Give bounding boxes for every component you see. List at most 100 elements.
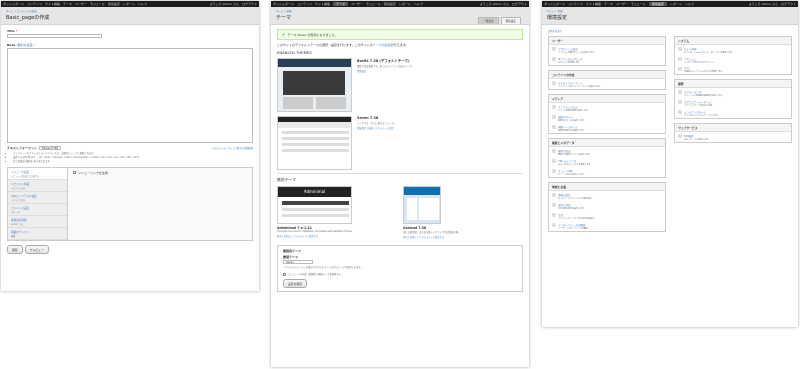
config-item[interactable]: ファイルシステム ファイルの保存場所を設定します。	[549, 103, 665, 113]
toolbar-item[interactable]: ダッシュボード	[544, 2, 565, 6]
tab-list[interactable]: 一覧表示	[478, 17, 499, 24]
theme-enable-default-link[interactable]: 有効にしてデフォルトに設定する	[410, 236, 444, 239]
config-item[interactable]: 地域の設定 タイムゾーンとデフォルトの国を設定。	[549, 191, 665, 201]
breadcrumb[interactable]: ホーム » 管理	[547, 9, 793, 13]
config-item[interactable]: cron 定期的なメンテナンスタスクを管理します。	[675, 65, 791, 74]
theme-set-default-link[interactable]: デフォルトに設定	[375, 127, 393, 130]
toolbar-item[interactable]: ユーザー	[616, 2, 628, 6]
config-item[interactable]: 画像ツールキット 画像の処理方法を選択します。	[549, 123, 665, 133]
toolbar-greeting[interactable]: ようこそ admin さん	[480, 2, 509, 6]
theme-settings-link[interactable]: 環境設定	[357, 69, 414, 73]
toolbar-item[interactable]: ダッシュボード	[273, 2, 294, 6]
toolbar-item[interactable]: 環境設定	[384, 2, 396, 6]
seven-screenshot	[277, 116, 352, 170]
admin-theme-checkbox[interactable]	[283, 272, 286, 276]
theme-enable-link[interactable]: 有効	[403, 236, 408, 239]
tab-settings[interactable]: 環境設定	[500, 17, 521, 24]
config-block-heading: ウェブサービス	[675, 124, 791, 132]
adminimal-screenshot: Adminimal	[277, 186, 352, 224]
item-icon	[678, 67, 682, 71]
vtab-pane: メニューリンクを生成	[68, 168, 113, 240]
toolbar-item[interactable]: ダッシュボード	[3, 2, 24, 6]
add-theme-link[interactable]: テーマの追加	[373, 43, 391, 47]
config-item[interactable]: 検索の設定 関連する検索エンジンを設定します。	[549, 147, 665, 157]
toolbar-item[interactable]: 環境設定	[108, 2, 120, 6]
toolbar-item[interactable]: ヘルプ	[685, 2, 694, 6]
format-help-link[interactable]: テキストフォーマットに関する詳細情報	[212, 146, 253, 150]
toolbar-item[interactable]: ヘルプ	[414, 2, 423, 6]
toolbar-item[interactable]: テーマ	[63, 2, 72, 6]
item-icon	[552, 203, 556, 207]
theme-enable-default-link[interactable]: 有効にしてデフォルトに設定する	[284, 235, 318, 238]
garland-screenshot	[403, 186, 441, 224]
theme-item-adminimal: Adminimal Adminimal 7.x-1.21 A simple on…	[277, 186, 397, 239]
item-icon	[678, 90, 682, 94]
toolbar-item[interactable]: レポート	[399, 2, 411, 6]
vtab-author[interactable]: 投稿者の情報 admin さん	[8, 216, 67, 228]
admin-theme-select[interactable]: Seven	[283, 260, 313, 264]
theme-settings-link[interactable]: 環境設定	[357, 127, 366, 130]
config-item[interactable]: 日付と時刻 日付の表示形式を設定します。	[549, 201, 665, 211]
toolbar-item[interactable]: ヘルプ	[138, 2, 147, 6]
toolbar-item[interactable]: コンテンツ	[27, 2, 42, 6]
config-item[interactable]: サイト情報 サイト名、e-mailアドレス、スローガンを変更します。	[675, 45, 791, 55]
toolbar-item[interactable]: コンテンツ	[568, 2, 583, 6]
admin-theme-checkbox-label: コンテンツの作成・編集時に管理テーマを使用する	[288, 273, 341, 276]
config-item[interactable]: 画像スタイル 画像のスタイルを設定します。	[549, 113, 665, 123]
theme-disable-link[interactable]: 無効	[368, 127, 373, 130]
toolbar-item-active[interactable]: 環境設定	[648, 2, 667, 6]
config-item[interactable]: URL エイリアス URL パスのエイリアスを変更します。	[549, 157, 665, 167]
toolbar-item[interactable]: モジュール	[631, 2, 646, 6]
config-item[interactable]: アクション トリガーで実行できるアクション。	[675, 55, 791, 65]
toolbar-item[interactable]: レポート	[670, 2, 682, 6]
theme-enable-link[interactable]: 有効	[277, 235, 282, 238]
logout-link[interactable]: ログアウト	[781, 2, 796, 6]
toolbar-item[interactable]: モジュール	[366, 2, 381, 6]
logout-link[interactable]: ログアウト	[512, 2, 527, 6]
toolbar-item[interactable]: レポート	[123, 2, 135, 6]
format-select[interactable]: Filtered HTML	[38, 146, 62, 150]
config-block-heading: 地域と言語	[549, 183, 665, 191]
toolbar-greeting[interactable]: ようこそ admin さん	[210, 2, 239, 6]
item-icon	[552, 213, 556, 217]
config-item[interactable]: IPアドレスのブロック IPアドレスを管理します。	[549, 55, 665, 65]
toolbar-item[interactable]: サイト構築	[45, 2, 60, 6]
config-block-heading: メディア	[549, 95, 665, 103]
vtab-comment[interactable]: コメントの設定 クローズ	[8, 204, 67, 216]
toolbar-item[interactable]: サイト構築	[315, 2, 330, 6]
vtab-publishing[interactable]: 掲載オプション 掲載	[8, 228, 67, 240]
vtab-url-alias[interactable]: URLエイリアスの設定 エイリアスなし	[8, 192, 67, 204]
toolbar-greeting[interactable]: ようこそ admin さん	[749, 2, 778, 6]
hide-descriptions-link[interactable]: 説明を非表示	[548, 29, 792, 33]
config-item[interactable]: インターフェースの翻訳 ユーザーインターフェースの翻訳。	[549, 221, 665, 231]
config-item[interactable]: パフォーマンス キャッシュと帯域幅の最適化を設定します。	[675, 88, 791, 98]
menu-checkbox[interactable]	[73, 171, 76, 174]
config-item[interactable]: 言語 コンテンツとユーザーのための言語設定。	[549, 211, 665, 221]
toolbar-item[interactable]: サイト構築	[586, 2, 601, 6]
toolbar-item[interactable]: モジュール	[90, 2, 105, 6]
vtab-menu[interactable]: メニューの設定 メニューに含まれていません	[8, 168, 67, 180]
save-settings-button[interactable]: 設定を保存	[283, 279, 307, 288]
breadcrumb[interactable]: ホーム » コンテンツの追加	[6, 9, 254, 13]
config-item[interactable]: RSS配信 RSS フィードを設定します。	[675, 132, 791, 142]
config-item[interactable]: アカウントの設定 デフォルトの動作とメールを設定します。	[549, 45, 665, 55]
toolbar-item[interactable]: コンテンツ	[297, 2, 312, 6]
toolbar-item[interactable]: テーマ	[604, 2, 613, 6]
toolbar-item[interactable]: ユーザー	[75, 2, 87, 6]
breadcrumb[interactable]: ホーム » 管理	[276, 9, 524, 13]
vtab-revision[interactable]: リビジョン情報 リビジョンなし	[8, 180, 67, 192]
toolbar-item[interactable]: ユーザー	[351, 2, 363, 6]
config-block-heading: システム	[675, 37, 791, 45]
config-item[interactable]: テキストフォーマット コンテンツへの入力フォーマットを設定します。	[549, 79, 665, 89]
title-input[interactable]	[7, 34, 102, 38]
preview-button[interactable]: プレビュー	[24, 245, 49, 254]
config-item[interactable]: メンテナンスモード サイトをメンテナンスモードにします。	[675, 108, 791, 118]
logout-link[interactable]: ログアウト	[242, 2, 257, 6]
config-item[interactable]: クリーンURL クリーンURLを有効にします。	[549, 167, 665, 177]
edit-summary-link[interactable]: (要約を編集)	[17, 43, 34, 47]
theme-item-bartik: Bartik 7.38 (デフォルトテーマ) 柔軟で色を変更でき、多くのリージョ…	[277, 58, 523, 112]
save-button[interactable]: 保存	[7, 245, 23, 254]
config-item[interactable]: ログとエラーメッセージ エラーメッセージの表示と記録。	[675, 98, 791, 108]
toolbar-item-active[interactable]: テーマ	[333, 2, 349, 6]
body-editor[interactable]	[7, 48, 253, 143]
